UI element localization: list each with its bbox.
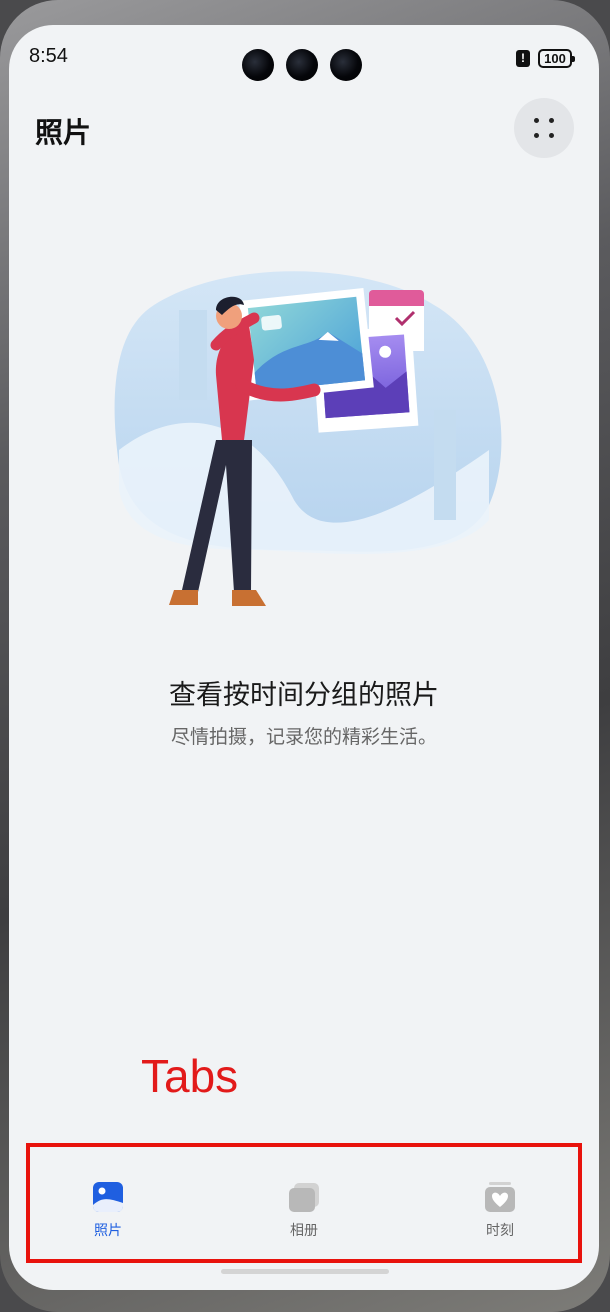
- status-bar: 8:54 ! 100: [9, 25, 599, 85]
- more-dots-icon: [549, 133, 554, 138]
- page-title: 照片: [35, 116, 92, 149]
- screen: 8:54 ! 100 照片 查看按时间分组的照片 尽情拍摄，记录您的精彩生活。 …: [9, 25, 599, 1290]
- battery-icon: 100: [538, 49, 575, 68]
- more-button[interactable]: [514, 98, 574, 158]
- empty-state-illustration: [114, 271, 502, 606]
- home-indicator: [221, 1269, 389, 1274]
- alert-icon: !: [516, 50, 530, 67]
- more-dots-icon: [534, 118, 539, 123]
- front-camera-icon: [330, 49, 362, 81]
- more-dots-icon: [549, 118, 554, 123]
- more-dots-icon: [534, 133, 539, 138]
- status-time: 8:54: [29, 45, 68, 67]
- front-camera-icon: [286, 49, 318, 81]
- annotation-box: [26, 1143, 582, 1263]
- annotation-label: Tabs: [141, 1050, 239, 1102]
- empty-state-title: 查看按时间分组的照片: [169, 680, 439, 711]
- empty-state-subtitle: 尽情拍摄，记录您的精彩生活。: [170, 726, 437, 748]
- front-camera-icon: [242, 49, 274, 81]
